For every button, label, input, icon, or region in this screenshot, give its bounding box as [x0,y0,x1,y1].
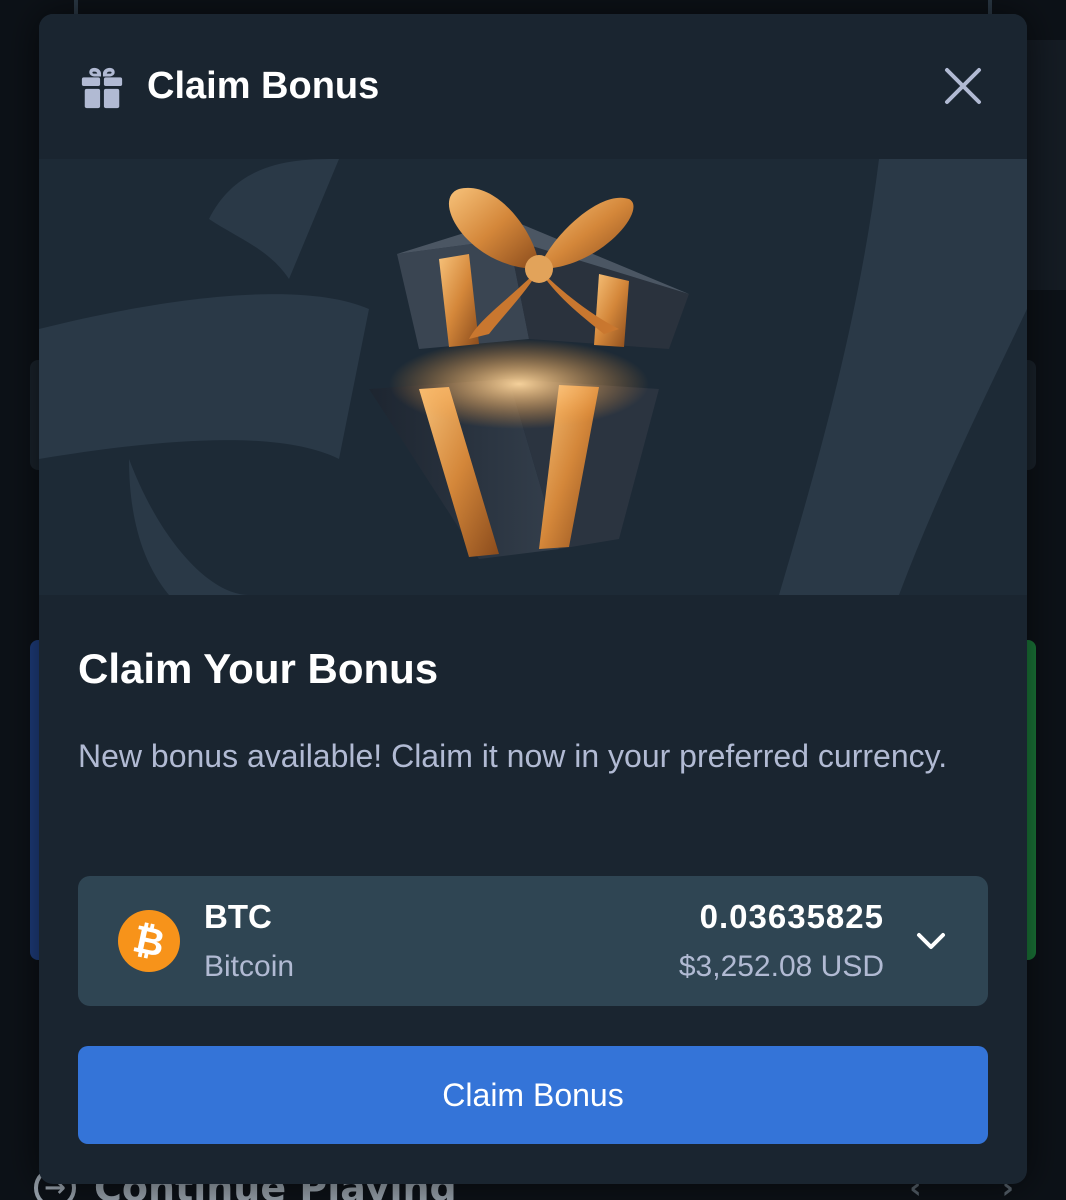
modal-content: Claim Your Bonus New bonus available! Cl… [39,595,1027,785]
bonus-heading: Claim Your Bonus [78,645,439,692]
modal-title: Claim Bonus [147,65,380,107]
currency-usd-value: $3,252.08 USD [678,950,884,983]
modal-header: Claim Bonus [39,14,1027,159]
gift-box-illustration [39,159,1027,595]
bonus-banner [39,159,1027,595]
currency-code: BTC [204,898,272,935]
bitcoin-icon: ₿ [112,904,186,978]
currency-names: BTC Bitcoin [204,898,294,984]
chevron-down-icon[interactable] [914,924,948,958]
gift-icon [81,67,123,108]
currency-amounts: 0.03635825 $3,252.08 USD [679,898,884,984]
close-icon[interactable] [943,66,983,106]
claim-bonus-button[interactable]: Claim Bonus [78,1046,988,1144]
currency-selector[interactable]: ₿ BTC Bitcoin 0.03635825 $3,252.08 USD [78,876,988,1006]
claim-bonus-modal: Claim Bonus Claim Your Bonus New bonus a… [39,14,1027,1184]
currency-amount: 0.03635825 [699,898,884,935]
bonus-description: New bonus available! Claim it now in you… [78,738,948,774]
currency-name: Bitcoin [204,950,295,983]
